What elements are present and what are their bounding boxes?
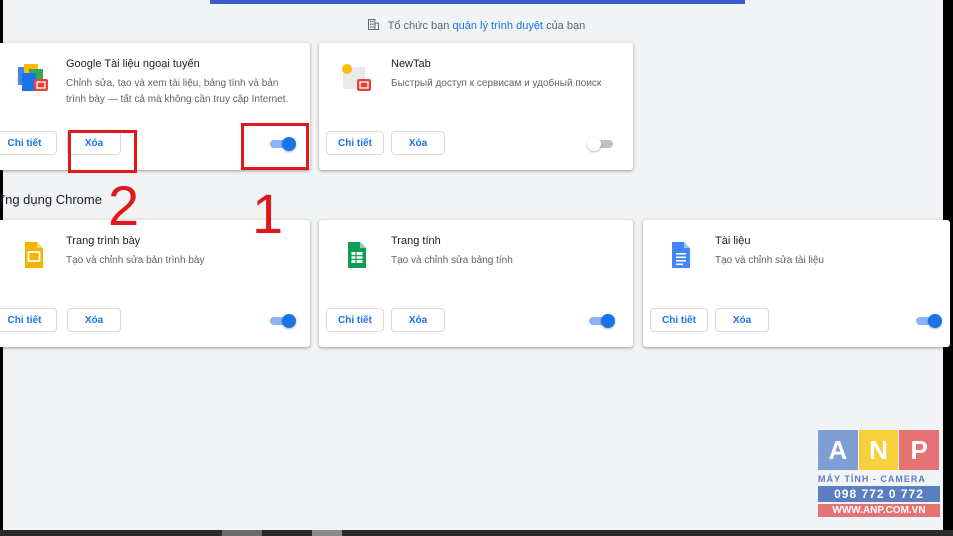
managed-prefix: Tổ chức bạn [387,20,450,32]
anp-letter: P [899,430,940,470]
slides-icon [25,242,43,268]
toggle-knob [928,314,942,328]
app-title: Trang tính [391,235,441,247]
anp-letter: A [818,430,858,470]
app-description: Tạo và chỉnh sửa bảng tính [391,255,513,266]
details-button[interactable]: Chi tiết [650,308,708,332]
managed-notice: Tổ chức bạn quản lý trình duyệt của bạn [0,19,953,32]
remove-button[interactable]: Xóa [391,308,445,332]
app-title: Tài liệu [715,235,751,247]
details-button[interactable]: Chi tiết [326,308,384,332]
managed-link[interactable]: quản lý trình duyệt [452,20,543,32]
enable-toggle[interactable] [916,314,942,328]
top-accent-bar [210,0,745,4]
taskbar-segment [222,530,262,536]
app-card-sheets: Trang tính Tạo và chỉnh sửa bảng tính Ch… [319,220,633,347]
taskbar-segment [312,530,342,536]
toggle-knob [601,314,615,328]
app-description: Tạo và chỉnh sửa bản trình bày [66,255,205,266]
anp-logo: A N P [818,430,940,470]
taskbar-strip [0,530,953,536]
anp-tagline: MÁY TÍNH - CAMERA [818,474,926,484]
extension-description: Chỉnh sửa, tạo và xem tài liệu, bảng tín… [66,78,289,105]
docs-icon [672,242,690,268]
anp-website: WWW.ANP.COM.VN [818,504,940,517]
extension-title: Google Tài liệu ngoại tuyến [66,58,200,70]
extension-card-newtab: NewTab Быстрый доступ к сервисам и удобн… [319,43,633,170]
details-button[interactable]: Chi tiết [0,131,57,155]
newtab-icon [342,64,371,91]
anp-watermark: A N P MÁY TÍNH - CAMERA 098 772 0 772 WW… [818,430,940,517]
annotation-number-1: 1 [252,182,284,245]
details-button[interactable]: Chi tiết [326,131,384,155]
managed-suffix: của bạn [546,20,586,32]
anp-letter: N [858,430,899,470]
annotation-box-toggle [241,123,309,170]
building-icon [367,19,379,30]
google-docs-offline-icon [18,64,48,91]
anp-phone: 098 772 0 772 [818,486,940,502]
sheets-icon [348,242,366,268]
toggle-knob [282,314,296,328]
details-button[interactable]: Chi tiết [0,308,57,332]
toggle-knob [587,137,601,151]
remove-button[interactable]: Xóa [391,131,445,155]
enable-toggle[interactable] [270,314,296,328]
enable-toggle[interactable] [589,314,615,328]
enable-toggle[interactable] [587,137,613,151]
extension-description: Быстрый доступ к сервисам и удобный поис… [391,78,602,89]
section-title-chrome-apps: Ứng dụng Chrome [0,192,102,207]
remove-button[interactable]: Xóa [67,308,121,332]
annotation-box-remove [68,130,137,173]
app-card-docs: Tài liệu Tạo và chỉnh sửa tài liệu Chi t… [643,220,950,347]
remove-button[interactable]: Xóa [715,308,769,332]
extension-title: NewTab [391,58,431,70]
app-description: Tạo và chỉnh sửa tài liệu [715,255,824,266]
annotation-number-2: 2 [108,174,140,237]
